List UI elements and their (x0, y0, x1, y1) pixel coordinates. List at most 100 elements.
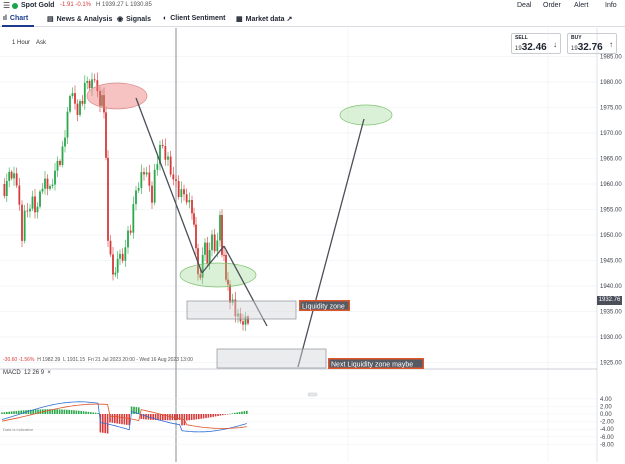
macd-histogram-bar (97, 413, 99, 414)
candle-body (29, 208, 31, 212)
macd-tick-label: -4.00 (600, 427, 614, 433)
macd-histogram-bar (121, 414, 123, 425)
candle-body (195, 224, 197, 249)
macd-legend[interactable]: MACD 12 26 9 × (3, 370, 51, 376)
macd-histogram-bar (1, 412, 3, 414)
candle-body (15, 173, 18, 186)
candle-body (34, 196, 36, 213)
candle-body (145, 172, 148, 175)
macd-histogram-bar (152, 414, 154, 420)
candle-body (5, 180, 8, 196)
macd-histogram-bar (27, 409, 30, 414)
macd-histogram-bar (236, 412, 238, 414)
candle-body (193, 213, 195, 225)
candle-body (140, 172, 143, 188)
candle-body (51, 184, 54, 187)
macd-histogram-bar (58, 409, 61, 414)
candle-body (129, 230, 132, 233)
candle-body (172, 174, 175, 180)
candle-body (71, 93, 74, 97)
macd-histogram-bar (241, 411, 243, 414)
macd-tick-label: 2.00 (600, 404, 612, 410)
price-chart[interactable]: Liquidity zone Next Liquidity zone maybe… (0, 0, 625, 464)
candle-body (46, 178, 49, 189)
macd-histogram-bar (222, 414, 224, 416)
candle-body (177, 180, 180, 197)
macd-params: 12 26 9 (24, 370, 45, 376)
macd-histogram-bar (22, 410, 25, 414)
candle-body (229, 284, 231, 303)
price-tick-label: 1935.00 (600, 310, 622, 316)
macd-histogram-bar (186, 414, 188, 421)
macd-histogram-bar (193, 414, 195, 420)
target-zone-ellipse[interactable] (339, 104, 393, 126)
macd-histogram-bar (66, 409, 68, 414)
candle-body (109, 240, 112, 255)
period-low: L 1931.15 (63, 357, 86, 363)
trendline-down[interactable] (135, 97, 203, 274)
next-liquidity-zone-label: Next Liquidity zone maybe (331, 362, 413, 369)
pane-resize-handle[interactable] (307, 392, 318, 397)
candle-body (44, 178, 46, 189)
next-liquidity-zone-box[interactable] (216, 348, 327, 369)
price-tick-label: 1925.00 (600, 361, 622, 367)
macd-histogram-bar (126, 414, 128, 425)
macd-tick-label: 0.00 (600, 412, 612, 418)
macd-histogram-bar (82, 411, 85, 414)
candle-body (107, 157, 109, 241)
trendline-projection[interactable] (297, 118, 365, 368)
candle-body (161, 144, 164, 147)
candle-body (124, 247, 127, 261)
macd-name: MACD (3, 370, 21, 376)
macd-histogram-bar (68, 409, 70, 414)
candle-body (3, 184, 6, 196)
candle-body (121, 253, 124, 261)
macd-histogram-bar (56, 409, 58, 414)
macd-axis: 4.002.00 0.00 -2.00-4.00 -6.00-8.00 (600, 397, 614, 449)
candle-body (8, 171, 11, 181)
macd-histogram-bar (174, 414, 176, 421)
macd-histogram-bar (200, 414, 202, 419)
candle-body (93, 79, 96, 81)
candle-body (137, 187, 140, 191)
candle-body (10, 171, 13, 179)
macd-histogram-bar (13, 411, 15, 414)
macd-tick-label: -8.00 (600, 442, 614, 448)
candle-body (127, 230, 129, 248)
candle-body (169, 156, 172, 175)
macd-histogram-bar (111, 414, 114, 423)
candle-body (31, 196, 34, 209)
price-tick-label: 1985.00 (600, 55, 622, 61)
macd-histogram-bar (217, 414, 219, 417)
macd-histogram-bar (212, 414, 214, 417)
data-credit: Data is indicative (3, 427, 34, 432)
candle-body (91, 79, 93, 89)
candle-body (66, 111, 69, 138)
price-tick-label: 1940.00 (600, 284, 622, 290)
candle-body (56, 160, 59, 171)
candle-body (54, 170, 56, 185)
macd-histogram-bar (224, 414, 226, 415)
close-icon[interactable]: × (47, 370, 51, 376)
candle-body (83, 82, 86, 104)
candle-body (242, 321, 244, 325)
macd-histogram-bar (190, 414, 193, 420)
candle-body (13, 173, 15, 179)
candle-body (143, 172, 145, 175)
price-tick-label: 1975.00 (600, 106, 622, 112)
macd-histogram-bar (63, 409, 66, 414)
price-axis: 1985.00 1980.00 1975.00 1970.00 1965.00 1960.… (600, 55, 622, 367)
macd-histogram-bar (238, 412, 241, 414)
macd-histogram-bar (246, 410, 248, 414)
macd-histogram-bar (92, 412, 94, 414)
candle-body (61, 146, 64, 165)
macd-histogram-bar (10, 411, 13, 414)
candle-body (114, 272, 117, 275)
candle-body (132, 204, 135, 233)
period-range: Fri 21 Jul 2023 20:00 - Wed 16 Aug 2023 … (87, 357, 193, 363)
candle-body (81, 101, 84, 104)
candle-body (39, 191, 41, 207)
liquidity-zone-label: Liquidity zone (302, 304, 345, 311)
liquidity-zone-box[interactable] (186, 300, 297, 320)
macd-pane (0, 398, 597, 445)
